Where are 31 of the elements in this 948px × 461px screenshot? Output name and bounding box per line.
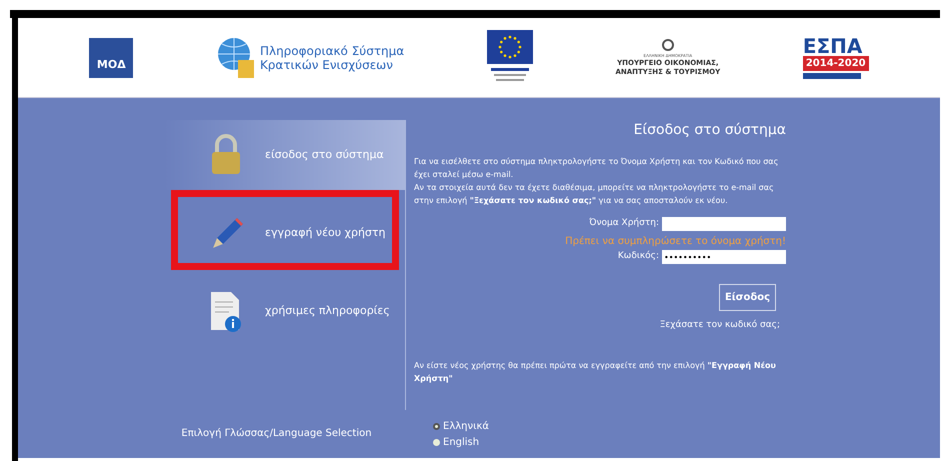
emblem-icon <box>662 38 674 50</box>
logo-text: ΜΟΔ <box>96 57 126 73</box>
radio-label: English <box>443 436 480 450</box>
sidebar-item[interactable]: χρήσιμες πληροφορίες <box>165 276 405 346</box>
logo-title: Πληροφοριακό Σύστημα <box>260 44 404 58</box>
logo-text: ΕΣΠΑ <box>802 36 862 56</box>
form-title: Είσοδος στο σύστημα <box>634 121 786 140</box>
sidebar-label: εγγραφή νέου χρήστη <box>265 224 386 241</box>
intro-text: Αν τα στοιχεία αυτά δεν τα έχετε διαθέσιμα, μπορείτε να πληκτρολογήστε το e-mail σας στην επιλογή "Ξεχάσατε τον κωδικό σας;" για να σας αποσταλούν εκ νέου. <box>414 182 775 207</box>
document-info-icon <box>209 290 243 332</box>
register-note: Αν είστε νέος χρήστης θα πρέπει πρώτα να εγγραφείτε από την επιλογή "Εγγραφή Νέου Χρήστη" <box>414 360 777 384</box>
sidebar-label: είσοδος στο σύστημα <box>265 146 384 163</box>
password-field[interactable]: •••••••••• <box>662 250 786 264</box>
padlock-icon <box>209 134 243 176</box>
forgot-password-link[interactable]: Ξεχάσατε τον κωδικό σας; <box>660 319 780 332</box>
radio-label: Ελληνικά <box>443 420 489 434</box>
radio-button[interactable] <box>433 438 440 446</box>
field-label: Κωδικός: <box>618 250 659 264</box>
logo-strip <box>802 73 861 79</box>
error-message: Πρέπει να συμπληρώσετε το όνομα χρήστη! <box>565 235 786 249</box>
username-field[interactable] <box>662 217 786 231</box>
radio-button[interactable] <box>433 422 440 430</box>
logo-years: 2014-2020 <box>802 56 869 71</box>
sidebar-item[interactable]: εγγραφή νέου χρήστη <box>165 198 405 268</box>
intro-text: Για να εισέλθετε στο σύστημα πληκτρολογήστε το Όνομα Χρήστη και τον Κωδικό που σας έχει σταλεί μέσω e-mail. <box>414 156 780 181</box>
language-label: Επιλογή Γλώσσας/Language Selection <box>181 427 372 441</box>
logo-title: Κρατικών Ενισχύσεων <box>260 58 394 72</box>
sidebar-label: χρήσιμες πληροφορίες <box>265 302 390 319</box>
login-button[interactable]: Είσοδος <box>718 284 776 311</box>
globe-icon <box>216 36 256 80</box>
field-label: Όνομα Χρήστη: <box>589 217 659 230</box>
